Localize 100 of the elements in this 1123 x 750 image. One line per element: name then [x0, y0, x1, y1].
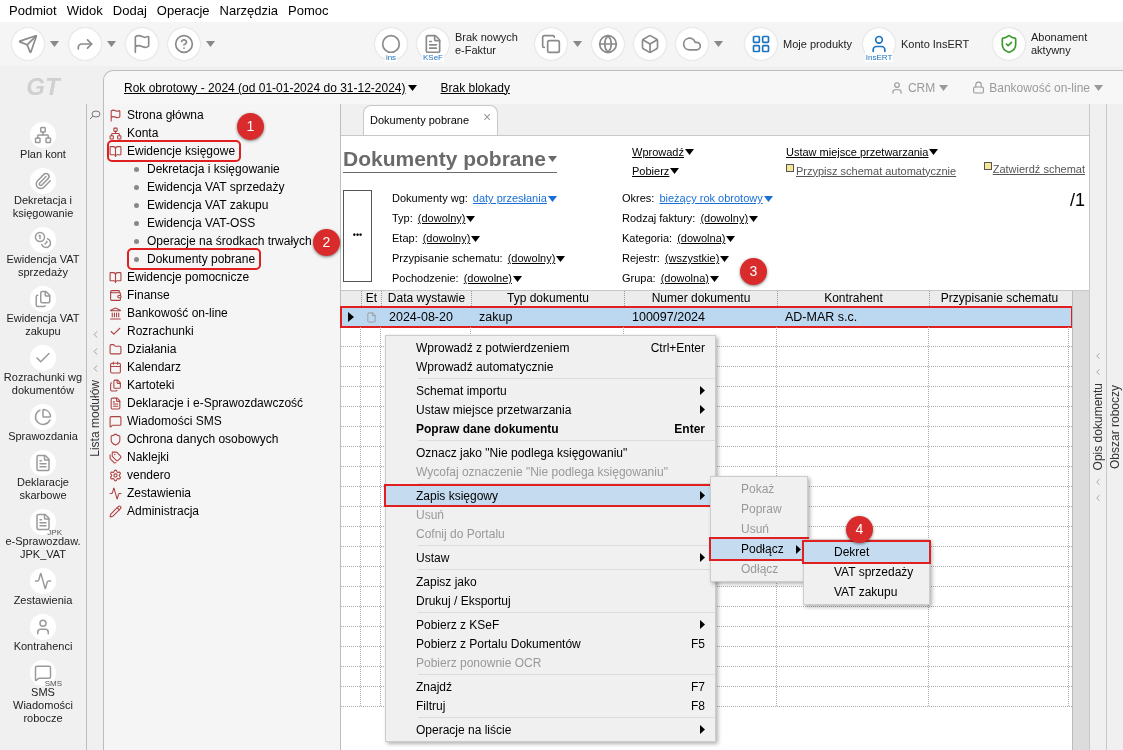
context-menu-item[interactable]: Popraw dane dokumentu Enter [386, 419, 715, 438]
module-tree-item[interactable]: Wiadomości SMS [109, 412, 226, 430]
toolbar-button[interactable] [676, 28, 723, 60]
shortcut-button[interactable]: Deklaracje skarbowe [0, 450, 86, 502]
more-button[interactable]: ••• [343, 190, 372, 282]
module-tree-item[interactable]: Deklaracje i e-Sprawozdawczość [109, 394, 308, 412]
module-tree-item[interactable]: Kalendarz [109, 358, 186, 376]
context-menu-item[interactable]: Ustaw miejsce przetwarzania [386, 400, 715, 419]
action-link[interactable]: Ustaw miejsce przetwarzania [786, 144, 957, 161]
toolbar-button[interactable]: Moje produkty [745, 28, 853, 60]
shortcut-icon [30, 568, 56, 594]
context-menu-item[interactable]: Wprowadź z potwierdzeniem Ctrl+Enter [386, 338, 715, 357]
context-menu-item[interactable]: Pobierz z KSeF [386, 615, 715, 634]
context-menu-item[interactable]: Operacje na liście [386, 720, 715, 739]
toolbar-button[interactable] [168, 28, 215, 60]
shortcut-button[interactable]: Sprawozdania [0, 404, 86, 443]
menu-bar-item[interactable]: Podmiot [4, 1, 62, 21]
filter-dropdown[interactable]: (dowolny) [422, 230, 481, 247]
menu-bar-item[interactable]: Narzędzia [214, 1, 284, 21]
menu-bar-item[interactable]: Dodaj [107, 1, 152, 21]
toolbar-button[interactable]: ins [375, 28, 407, 60]
toolbar-button[interactable] [126, 28, 158, 60]
filter-dropdown[interactable]: (dowolne) [463, 270, 522, 287]
module-tree-subitem[interactable]: Operacje na środkach trwałych [129, 232, 316, 250]
shortcut-button[interactable]: Dekretacja i księgowanie [0, 168, 86, 220]
filter-dropdown[interactable]: bieżący rok obrotowy [659, 190, 773, 207]
module-tree-item[interactable]: Rozrachunki [109, 322, 198, 340]
toolbar-button[interactable]: Abonament aktywny [993, 28, 1101, 60]
context-menu-item[interactable]: Znajdź F7 [386, 677, 715, 696]
action-link[interactable]: Pobierz [632, 162, 694, 179]
module-tree-item[interactable]: Konta [109, 124, 163, 142]
toolbar-button[interactable] [69, 28, 116, 60]
shortcut-button[interactable]: SMS SMS Wiadomości robocze [0, 660, 86, 725]
filter-label: Kategoria: [622, 231, 673, 247]
module-tree-item[interactable]: Strona główna [109, 106, 208, 124]
module-tree-item[interactable]: Ochrona danych osobowych [109, 430, 283, 448]
action-link[interactable]: Przypisz schemat automatycznie [786, 162, 957, 179]
module-tree-item[interactable]: Działania [109, 340, 181, 358]
filter-dropdown[interactable]: (wszystkie) [664, 250, 730, 267]
bullet-icon [134, 184, 139, 190]
filter-dropdown[interactable]: (dowolna) [660, 270, 719, 287]
menu-bar-item[interactable]: Pomoc [283, 1, 334, 21]
module-icon [109, 306, 122, 320]
shortcut-button[interactable]: JPK e-Sprawozdaw. JPK_VAT [0, 509, 86, 561]
action-link[interactable]: Wprowadź [632, 144, 694, 161]
action-link[interactable]: Zatwierdź schemat [983, 161, 1085, 178]
filter-dropdown[interactable]: (dowolny) [417, 210, 476, 227]
lock-status-link[interactable]: Brak blokady [440, 78, 510, 97]
shortcut-button[interactable]: Ewidencja VAT zakupu [0, 286, 86, 338]
module-tree-subitem[interactable]: Dokumenty pobrane [129, 250, 260, 268]
menu-bar-item[interactable]: Operacje [151, 1, 215, 21]
toolbar-button[interactable]: KSeF Brak nowych e-Faktur [417, 28, 525, 60]
module-tree-item[interactable]: vendero [109, 466, 175, 484]
submenu-item[interactable]: Dekret [804, 542, 929, 562]
toolbar-button[interactable]: InsERT Konto InsERT [863, 28, 971, 60]
module-tree-item[interactable]: Finanse [109, 286, 174, 304]
modules-side-tab[interactable]: Lista modułów [86, 380, 104, 457]
filter-dropdown[interactable]: (dowolny) [700, 210, 759, 227]
submenu-item[interactable]: VAT zakupu [804, 582, 929, 602]
module-tree-item[interactable]: Administracja [109, 502, 204, 520]
side-tab[interactable]: Obszar roboczy [1106, 385, 1123, 469]
module-tree-item[interactable]: Naklejki [109, 448, 173, 466]
module-tree-item[interactable]: Kartoteki [109, 376, 179, 394]
collapse-icon[interactable] [1093, 476, 1103, 487]
filter-dropdown[interactable]: (dowolny) [507, 250, 566, 267]
toolbar-button[interactable] [12, 28, 59, 60]
toolbar-button[interactable] [535, 28, 582, 60]
submenu-item[interactable]: VAT sprzedaży [804, 562, 929, 582]
context-menu-item[interactable]: Drukuj / Eksportuj [386, 591, 715, 610]
context-menu-item[interactable]: Wprowadź automatycznie [386, 357, 715, 376]
module-tree-subitem[interactable]: Ewidencja VAT-OSS [129, 214, 260, 232]
shortcut-button[interactable]: Zestawienia [0, 568, 86, 607]
toolbar-button[interactable] [634, 28, 666, 60]
collapse-icon[interactable] [1093, 367, 1103, 378]
document-tab[interactable]: Dokumenty pobrane × [363, 105, 499, 135]
module-tree-subitem[interactable]: Ewidencja VAT zakupu [129, 196, 273, 214]
collapse-icon[interactable] [1093, 492, 1103, 503]
context-menu-item[interactable]: Pobierz z Portalu Dokumentów F5 [386, 634, 715, 653]
collapse-icon[interactable] [1093, 351, 1103, 362]
shortcut-button[interactable]: Plan kont [0, 122, 86, 161]
shortcut-button[interactable]: Kontrahenci [0, 614, 86, 653]
module-tree-item[interactable]: Bankowość on-line [109, 304, 232, 322]
table-row[interactable]: 2024-08-20 zakup 100097/2024 AD-MAR s.c. [341, 307, 1072, 327]
context-menu-item[interactable]: Filtruj F8 [386, 696, 715, 715]
side-tab[interactable]: Opis dokumentu [1089, 383, 1107, 471]
module-tree-item[interactable]: Ewidencje pomocnicze [109, 268, 254, 286]
shortcut-button[interactable]: Ewidencja VAT sprzedaży [0, 227, 86, 279]
shortcut-button[interactable]: Rozrachunki wg dokumentów [0, 345, 86, 397]
module-tree-item[interactable]: Zestawienia [109, 484, 196, 502]
context-menu-item[interactable]: Schemat importu [386, 381, 715, 400]
fiscal-year-link[interactable]: Rok obrotowy - 2024 (od 01-01-2024 do 31-12-2024) [124, 78, 417, 97]
filter-dropdown[interactable]: daty przesłania [472, 190, 557, 207]
context-menu-item[interactable]: Oznacz jako "Nie podlega księgowaniu" [386, 443, 715, 462]
page-title[interactable]: Dokumenty pobrane [343, 146, 558, 173]
module-tree-subitem[interactable]: Ewidencja VAT sprzedaży [129, 178, 289, 196]
filter-dropdown[interactable]: (dowolna) [677, 230, 736, 247]
menu-bar-item[interactable]: Widok [61, 1, 108, 21]
module-tree-subitem[interactable]: Dekretacja i księgowanie [129, 160, 284, 178]
toolbar-button[interactable] [592, 28, 624, 60]
module-tree-item[interactable]: Ewidencje księgowe [109, 142, 240, 160]
